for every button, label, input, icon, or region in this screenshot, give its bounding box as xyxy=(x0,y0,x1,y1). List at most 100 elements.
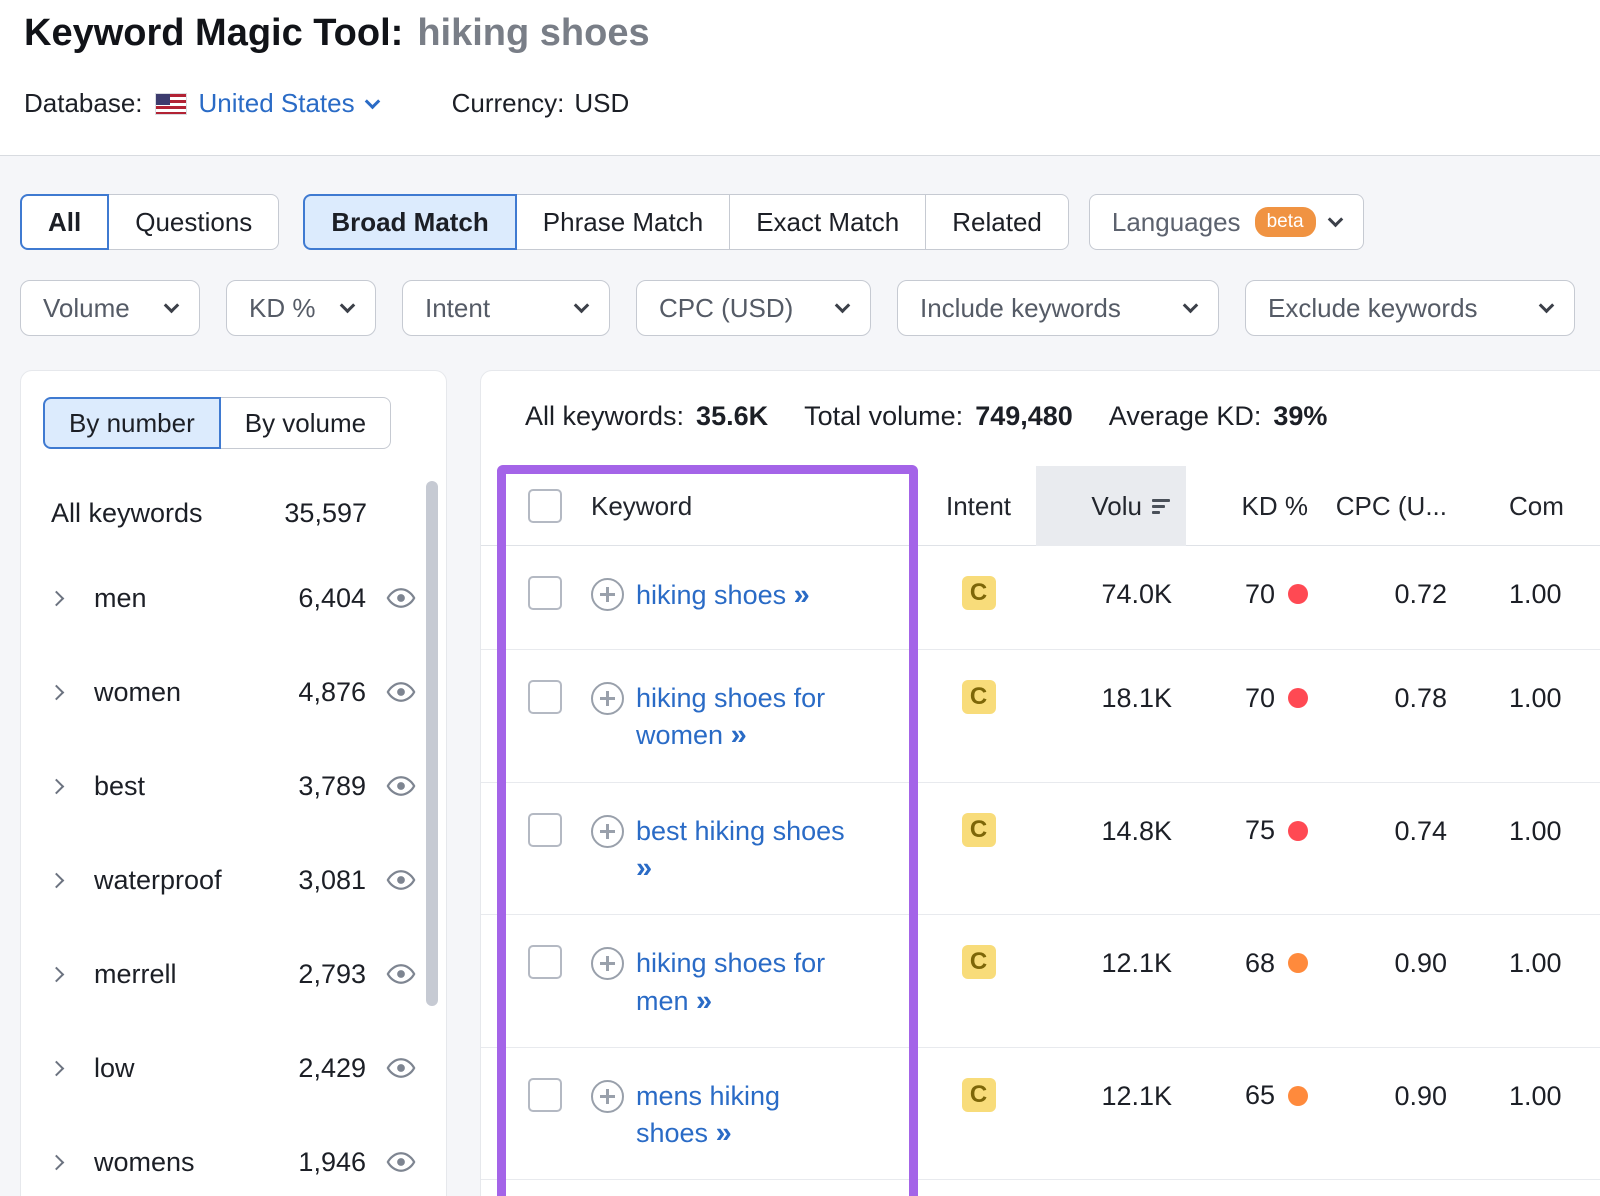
intent-badge-commercial: C xyxy=(962,945,996,979)
filter-include-keywords[interactable]: Include keywords xyxy=(897,280,1219,336)
match-type-tabs: All Questions Broad Match Phrase Match E… xyxy=(20,194,1364,250)
tab-exact-match[interactable]: Exact Match xyxy=(729,194,926,250)
table-row: hiking shoes for men » C 12.1K 68 0.90 1… xyxy=(481,915,1600,1048)
eye-icon[interactable] xyxy=(386,588,416,608)
chevron-down-icon xyxy=(574,298,590,314)
tab-phrase-match[interactable]: Phrase Match xyxy=(516,194,730,250)
eye-icon[interactable] xyxy=(386,870,416,890)
all-keywords-count: 35,597 xyxy=(284,498,367,529)
kd-value: 75 xyxy=(1245,815,1275,846)
expand-chevron-icon[interactable] xyxy=(49,590,65,606)
filter-volume[interactable]: Volume xyxy=(20,280,200,336)
chevron-down-icon xyxy=(364,93,380,109)
keyword-group-row-waterproof[interactable]: waterproof 3,081 xyxy=(21,833,446,927)
table-row: best hiking shoes » C 14.8K 75 0.74 1.00 xyxy=(481,783,1600,916)
toggle-by-volume[interactable]: By volume xyxy=(220,397,391,449)
plus-circle-icon[interactable] xyxy=(591,815,624,848)
database-row: Database: United States Currency: USD xyxy=(24,88,629,119)
page-header: Keyword Magic Tool: hiking shoes Databas… xyxy=(0,0,1600,156)
intent-badge-commercial: C xyxy=(962,813,996,847)
header-divider xyxy=(0,155,1600,156)
eye-icon[interactable] xyxy=(386,964,416,984)
eye-icon[interactable] xyxy=(386,1152,416,1172)
column-header-kd[interactable]: KD % xyxy=(1186,491,1316,522)
double-chevron-icon[interactable]: » xyxy=(794,579,810,611)
group-count: 3,081 xyxy=(298,865,366,896)
cpc-value: 0.90 xyxy=(1316,945,1461,981)
row-checkbox[interactable] xyxy=(528,945,562,979)
filter-kd[interactable]: KD % xyxy=(226,280,376,336)
row-checkbox[interactable] xyxy=(528,813,562,847)
group-sort-toggle: By number By volume xyxy=(43,397,446,449)
tab-broad-match[interactable]: Broad Match xyxy=(303,194,516,250)
keyword-link[interactable]: hiking shoes for men xyxy=(636,948,825,1015)
keyword-group-row-merrell[interactable]: merrell 2,793 xyxy=(21,927,446,1021)
plus-circle-icon[interactable] xyxy=(591,1080,624,1113)
summary-average-kd-label: Average KD: xyxy=(1109,401,1262,432)
double-chevron-icon[interactable]: » xyxy=(716,1117,732,1149)
group-label: low xyxy=(94,1053,298,1084)
table-row: hiking shoes » C 74.0K 70 0.72 1.00 xyxy=(481,546,1600,650)
expand-chevron-icon[interactable] xyxy=(49,1154,65,1170)
keyword-group-row-womens[interactable]: womens 1,946 xyxy=(21,1115,446,1196)
chevron-down-icon xyxy=(1327,212,1343,228)
expand-chevron-icon[interactable] xyxy=(49,966,65,982)
summary-total-volume-value: 749,480 xyxy=(975,401,1073,432)
group-label: best xyxy=(94,771,298,802)
tab-related[interactable]: Related xyxy=(925,194,1069,250)
eye-icon[interactable] xyxy=(386,776,416,796)
eye-icon[interactable] xyxy=(386,682,416,702)
expand-chevron-icon[interactable] xyxy=(49,872,65,888)
column-header-cpc[interactable]: CPC (U... xyxy=(1316,491,1461,522)
select-all-checkbox[interactable] xyxy=(528,489,562,523)
com-value: 1.00 xyxy=(1461,945,1600,981)
chevron-down-icon xyxy=(1183,298,1199,314)
com-value: 1.00 xyxy=(1461,1078,1600,1114)
keyword-group-row-women[interactable]: women 4,876 xyxy=(21,645,446,739)
us-flag-icon xyxy=(155,93,187,115)
intent-badge-commercial: C xyxy=(962,1078,996,1112)
filter-intent-label: Intent xyxy=(425,293,490,324)
double-chevron-icon[interactable]: » xyxy=(731,719,747,751)
currency-info: Currency: USD xyxy=(452,88,630,119)
column-header-com[interactable]: Com xyxy=(1461,491,1600,522)
expand-chevron-icon[interactable] xyxy=(49,684,65,700)
keyword-group-row-men[interactable]: men 6,404 xyxy=(21,551,446,645)
intent-badge-commercial: C xyxy=(962,576,996,610)
double-chevron-icon[interactable]: » xyxy=(696,985,712,1017)
row-checkbox[interactable] xyxy=(528,680,562,714)
plus-circle-icon[interactable] xyxy=(591,682,624,715)
sidebar-scrollbar[interactable] xyxy=(426,481,438,1006)
volume-value: 12.1K xyxy=(1036,945,1186,981)
cpc-value: 0.78 xyxy=(1316,680,1461,716)
filter-kd-label: KD % xyxy=(249,293,315,324)
plus-circle-icon[interactable] xyxy=(591,947,624,980)
filter-cpc[interactable]: CPC (USD) xyxy=(636,280,871,336)
toggle-by-number[interactable]: By number xyxy=(43,397,221,449)
all-keywords-row[interactable]: All keywords 35,597 xyxy=(21,475,446,551)
column-header-volume[interactable]: Volu xyxy=(1036,466,1186,546)
com-value: 1.00 xyxy=(1461,576,1600,612)
row-checkbox[interactable] xyxy=(528,576,562,610)
keyword-link[interactable]: hiking shoes xyxy=(636,580,786,610)
row-checkbox[interactable] xyxy=(528,1078,562,1112)
plus-circle-icon[interactable] xyxy=(591,578,624,611)
filter-intent[interactable]: Intent xyxy=(402,280,610,336)
expand-chevron-icon[interactable] xyxy=(49,778,65,794)
languages-label: Languages xyxy=(1112,207,1241,238)
keyword-group-row-best[interactable]: best 3,789 xyxy=(21,739,446,833)
filter-exclude-keywords[interactable]: Exclude keywords xyxy=(1245,280,1575,336)
languages-dropdown[interactable]: Languages beta xyxy=(1089,194,1364,250)
filter-volume-label: Volume xyxy=(43,293,130,324)
keyword-link[interactable]: best hiking shoes xyxy=(636,816,845,846)
group-count: 4,876 xyxy=(298,677,366,708)
eye-icon[interactable] xyxy=(386,1058,416,1078)
database-selector[interactable]: United States xyxy=(199,88,378,119)
keyword-group-row-low[interactable]: low 2,429 xyxy=(21,1021,446,1115)
double-chevron-icon[interactable]: » xyxy=(636,852,652,884)
column-header-keyword: Keyword xyxy=(591,491,921,522)
tab-all[interactable]: All xyxy=(20,194,109,250)
keyword-link[interactable]: mens hiking shoes xyxy=(636,1081,780,1148)
tab-questions[interactable]: Questions xyxy=(108,194,279,250)
expand-chevron-icon[interactable] xyxy=(49,1060,65,1076)
